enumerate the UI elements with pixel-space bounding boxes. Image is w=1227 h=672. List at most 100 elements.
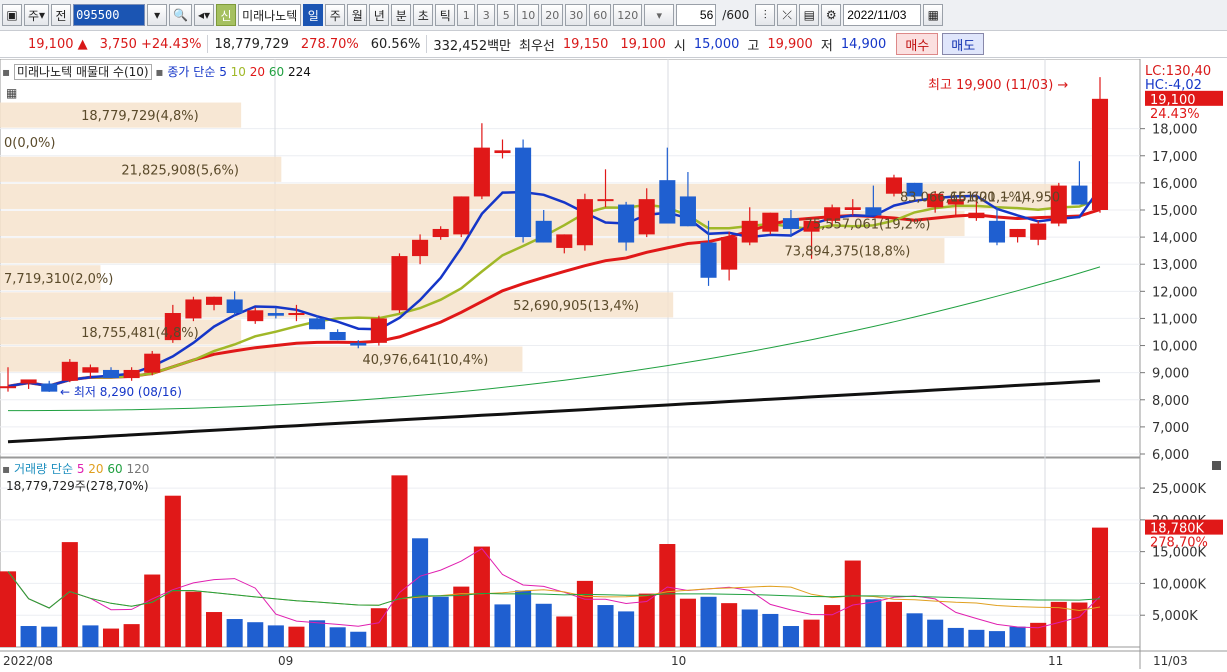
volume-bar [102, 628, 120, 647]
price-tick-label: 10,000 [1152, 340, 1198, 355]
period-week-button[interactable]: 주 [325, 4, 346, 26]
candlestick-chart[interactable]: 18,000 17,000 16,000 15,000 14,000 13,000 12,0… [0, 58, 1227, 669]
candle-body [473, 147, 490, 197]
stock-code-input[interactable] [73, 4, 146, 26]
candle-body [329, 331, 346, 341]
volume-profile-label: 75,557,061(19,2%) [805, 218, 931, 233]
period-tick-button[interactable]: 틱 [435, 4, 456, 26]
search-icon[interactable]: 🔍 [169, 4, 193, 26]
price-legend-title[interactable]: 미래나노텍 매물대 수(10) [13, 64, 152, 80]
interval-1-button[interactable]: 1 [457, 4, 476, 26]
ma20-legend: 20 [249, 65, 266, 79]
chart-area[interactable]: 18,000 17,000 16,000 15,000 14,000 13,000 12,0… [0, 58, 1227, 669]
candle-body [515, 147, 532, 238]
candle-body [102, 369, 120, 379]
volume-bar [659, 544, 676, 647]
sell-button[interactable]: 매도 [942, 33, 985, 55]
volume-bar [20, 626, 37, 647]
table-icon[interactable]: ▦ [6, 86, 17, 100]
price-tick-label: 13,000 [1152, 258, 1198, 273]
volume-bar [82, 625, 99, 647]
market-button[interactable]: 전 [51, 4, 72, 26]
type-select[interactable]: 주 ▾ [24, 4, 50, 26]
interval-custom-select[interactable]: ▾ [644, 4, 675, 26]
vma60-legend: 60 [107, 462, 123, 476]
volume-bar [927, 619, 944, 647]
volume-profile-label: 73,894,375(18,8%) [784, 245, 910, 260]
candle-body [762, 212, 779, 232]
candle-body [267, 313, 284, 316]
interval-5-button[interactable]: 5 [497, 4, 516, 26]
interval-60-button[interactable]: 60 [589, 4, 612, 26]
volume-profile-label: 18,779,729(4,8%) [81, 109, 199, 124]
volume-bar [947, 627, 964, 647]
trade-amount: 332,452백만 [433, 38, 512, 54]
candle-body [1091, 98, 1109, 210]
candle-body [659, 180, 676, 224]
type-label: 주 [28, 8, 40, 23]
period-minute-button[interactable]: 분 [391, 4, 412, 26]
volume-bar [824, 605, 841, 647]
candle-body [618, 204, 635, 243]
trade-volume: 18,779,729 [214, 36, 289, 52]
date-input[interactable] [843, 4, 922, 26]
vma120-legend: 120 [126, 462, 150, 476]
volume-bar [535, 603, 552, 647]
volume-bar [41, 626, 58, 647]
lc-label: LC:130,40 [1145, 64, 1211, 79]
x-tick-label: 11/03 [1153, 654, 1188, 668]
ma10-legend: 10 [230, 65, 246, 79]
last-price-label: 19,100 [1150, 93, 1196, 108]
candle-type-icon[interactable]: ⫶ [755, 4, 776, 26]
period-second-button[interactable]: 초 [413, 4, 434, 26]
best-bid: 19,100 [620, 36, 666, 52]
volume-profile-label: 40,976,641(10,4%) [362, 353, 488, 368]
price-tick-label: 12,000 [1152, 285, 1198, 300]
volume-bar [123, 624, 140, 647]
candle-body [82, 367, 99, 373]
price-legend: ▪ 미래나노텍 매물대 수(10) ▪ 종가 단순 5 10 20 60 224 [2, 63, 311, 80]
candle-body [638, 199, 655, 235]
candle-body [247, 310, 264, 322]
volume-bar [576, 580, 593, 647]
price-change: 3,750 +24.43% [99, 36, 202, 52]
volume-legend-title[interactable]: 거래량 단순 [14, 462, 73, 476]
gear-icon[interactable]: ⚙ [821, 4, 842, 26]
volume-bar [679, 598, 696, 647]
period-month-button[interactable]: 월 [347, 4, 368, 26]
code-dropdown-icon[interactable]: ▾ [147, 4, 168, 26]
best-ask: 19,150 [562, 36, 609, 52]
candle-body [453, 196, 470, 235]
x-tick-label: 2022/08 [3, 654, 53, 668]
candle-body [535, 220, 552, 243]
calendar-icon[interactable]: ▦ [923, 4, 944, 26]
period-day-button[interactable]: 일 [303, 4, 324, 26]
price-tick-label: 11,000 [1152, 312, 1198, 327]
volume-profile-label: 18,755,481(4,8%) [81, 326, 199, 341]
volume-current: 18,779,729주(278,70%) [6, 479, 149, 493]
interval-30-button[interactable]: 30 [565, 4, 588, 26]
interval-10-button[interactable]: 10 [517, 4, 540, 26]
candle-body [61, 361, 78, 381]
candle-body [556, 234, 573, 248]
buy-button[interactable]: 매수 [896, 33, 939, 55]
candle-body [1071, 185, 1088, 205]
window-icon[interactable]: ▣ [2, 4, 22, 26]
save-icon[interactable]: ▤ [799, 4, 820, 26]
interval-20-button[interactable]: 20 [541, 4, 564, 26]
candle-count-input[interactable] [676, 4, 717, 26]
volume-bar [309, 620, 326, 647]
x-tick-label: 10 [671, 654, 686, 668]
candle-body [1009, 228, 1026, 238]
interval-3-button[interactable]: 3 [477, 4, 496, 26]
crosshair-icon[interactable]: ⤫ [777, 4, 798, 26]
speaker-icon[interactable]: ◂▾ [194, 4, 215, 26]
interval-120-button[interactable]: 120 [613, 4, 643, 26]
period-year-button[interactable]: 년 [369, 4, 390, 26]
candle-count-total: /600 [722, 8, 750, 22]
candle-body [432, 228, 449, 238]
volume-bar [762, 613, 779, 647]
candle-body [700, 242, 717, 278]
volume-ratio: 278.70% [300, 36, 359, 52]
candle-body [679, 196, 696, 227]
